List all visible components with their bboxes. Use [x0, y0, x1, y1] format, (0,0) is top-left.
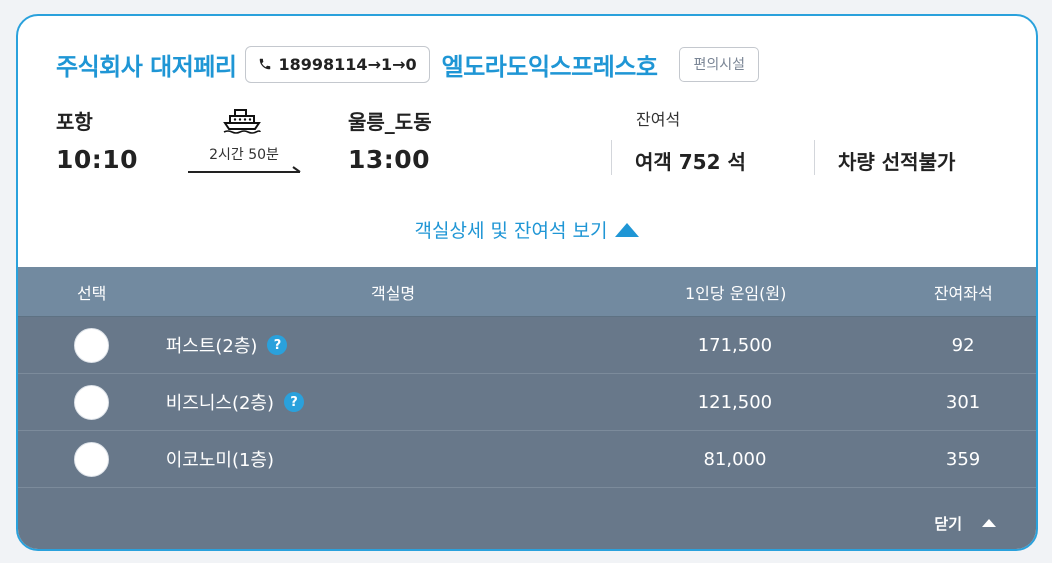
route-arrow-icon	[188, 166, 301, 173]
help-icon[interactable]: ?	[267, 335, 288, 355]
header-cabin-name: 객실명	[370, 283, 416, 303]
cabin-radio-economy[interactable]	[74, 441, 110, 477]
table-row: 비즈니스(2층) ? 121,500 301	[18, 374, 1036, 431]
vehicle-status: 차량 선적불가	[838, 150, 956, 174]
arrival-port: 울릉_도동	[348, 110, 432, 134]
cabin-name: 이코노미(1층)	[165, 450, 275, 471]
chevron-up-icon[interactable]	[982, 519, 996, 527]
phone-route-box[interactable]: 18998114→1→0	[244, 45, 430, 83]
amenities-button[interactable]: 편의시설	[679, 46, 759, 82]
departure-time: 10:10	[56, 145, 139, 174]
cabin-fare: 81,000	[703, 448, 767, 470]
table-body: 퍼스트(2층) ? 171,500 92 비즈니스(2층) ? 121,500 …	[18, 317, 1036, 488]
phone-route-text: 18998114→1→0	[278, 54, 417, 74]
table-footer: 닫기	[18, 488, 1036, 549]
ferry-schedule-card: 주식회사 대저페리 18998114→1→0 엘도라도익스프레스호 편의시설 포…	[16, 14, 1038, 551]
arrival-time: 13:00	[348, 145, 431, 174]
triangle-up-icon	[615, 222, 640, 237]
trip-duration: 2시간 50분	[209, 147, 279, 163]
cabin-name: 비즈니스(2층)	[165, 393, 275, 414]
header-seats: 잔여좌석	[933, 283, 993, 303]
table-row: 이코노미(1층) 81,000 359	[18, 431, 1036, 488]
cabin-table: 선택 객실명 1인당 운임(원) 잔여좌석 퍼스트(2층) ? 171,500 …	[18, 267, 1036, 549]
card-header: 주식회사 대저페리 18998114→1→0 엘도라도익스프레스호 편의시설	[56, 44, 759, 84]
cabin-name: 퍼스트(2층)	[165, 336, 258, 357]
company-name: 주식회사 대저페리	[56, 52, 237, 81]
toggle-cabin-detail[interactable]: 객실상세 및 잔여석 보기	[18, 216, 1036, 243]
cabin-seats: 359	[945, 448, 981, 470]
header-select: 선택	[76, 283, 107, 303]
help-icon[interactable]: ?	[284, 392, 305, 412]
cabin-seats: 92	[951, 334, 975, 356]
close-button[interactable]: 닫기	[934, 513, 962, 534]
ship-icon	[223, 109, 261, 134]
header-fare: 1인당 운임(원)	[684, 283, 787, 303]
table-row: 퍼스트(2층) ? 171,500 92	[18, 317, 1036, 374]
remaining-seats-label: 잔여석	[636, 110, 681, 129]
ship-name: 엘도라도익스프레스호	[441, 52, 658, 81]
phone-icon	[259, 58, 270, 70]
cabin-radio-first[interactable]	[74, 327, 110, 363]
table-header: 선택 객실명 1인당 운임(원) 잔여좌석	[18, 267, 1036, 317]
passenger-seats: 여객 752 석	[635, 150, 746, 174]
cabin-radio-business[interactable]	[74, 384, 110, 420]
cabin-fare: 171,500	[697, 334, 773, 356]
divider	[814, 140, 815, 175]
cabin-fare: 121,500	[697, 391, 773, 413]
toggle-cabin-detail-label: 객실상세 및 잔여석 보기	[414, 220, 608, 242]
departure-port: 포항	[56, 110, 93, 134]
cabin-seats: 301	[945, 391, 981, 413]
divider	[611, 140, 612, 175]
